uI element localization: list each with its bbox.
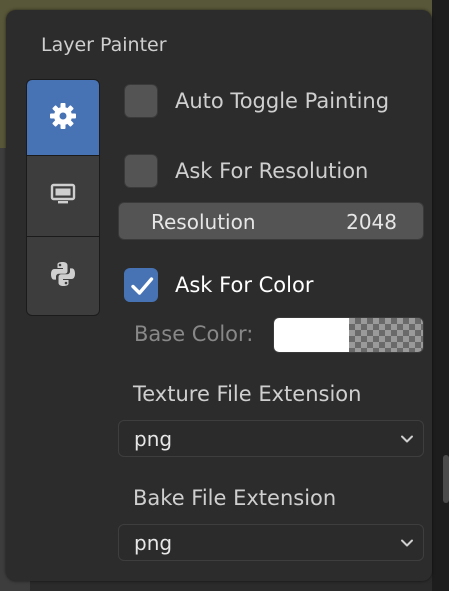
tab-settings[interactable] <box>26 79 100 156</box>
chevron-down-icon <box>399 431 415 451</box>
resolution-value: 2048 <box>346 210 397 234</box>
base-color-alpha-preview <box>349 318 423 352</box>
base-color-swatch[interactable] <box>273 317 424 353</box>
ask-for-resolution-checkbox[interactable] <box>124 154 158 188</box>
checkmark-icon <box>131 277 154 295</box>
monitor-icon <box>49 181 77 211</box>
bake-file-extension-dropdown[interactable]: png <box>118 524 424 561</box>
tab-scripting[interactable] <box>26 236 100 316</box>
ask-for-color-checkbox[interactable] <box>124 268 158 302</box>
gear-icon <box>48 101 78 135</box>
texture-file-extension-label: Texture File Extension <box>133 382 362 406</box>
auto-toggle-painting-checkbox[interactable] <box>124 84 158 118</box>
chevron-down-icon <box>399 535 415 555</box>
base-color-solid-preview <box>274 318 349 352</box>
texture-file-extension-dropdown[interactable]: png <box>118 420 424 457</box>
scrollbar-handle[interactable] <box>443 455 449 503</box>
base-color-label: Base Color: <box>134 322 254 346</box>
auto-toggle-painting-label: Auto Toggle Painting <box>175 89 390 113</box>
panel-title: Layer Painter <box>41 34 167 56</box>
python-icon <box>48 259 78 293</box>
bake-file-extension-value: png <box>134 531 173 555</box>
tab-display[interactable] <box>26 155 100 237</box>
resolution-label: Resolution <box>151 210 256 234</box>
ask-for-resolution-label: Ask For Resolution <box>175 159 369 183</box>
texture-file-extension-value: png <box>134 427 173 451</box>
bake-file-extension-label: Bake File Extension <box>133 486 337 510</box>
resolution-field[interactable]: Resolution 2048 <box>118 202 424 240</box>
ask-for-color-label: Ask For Color <box>175 273 314 297</box>
